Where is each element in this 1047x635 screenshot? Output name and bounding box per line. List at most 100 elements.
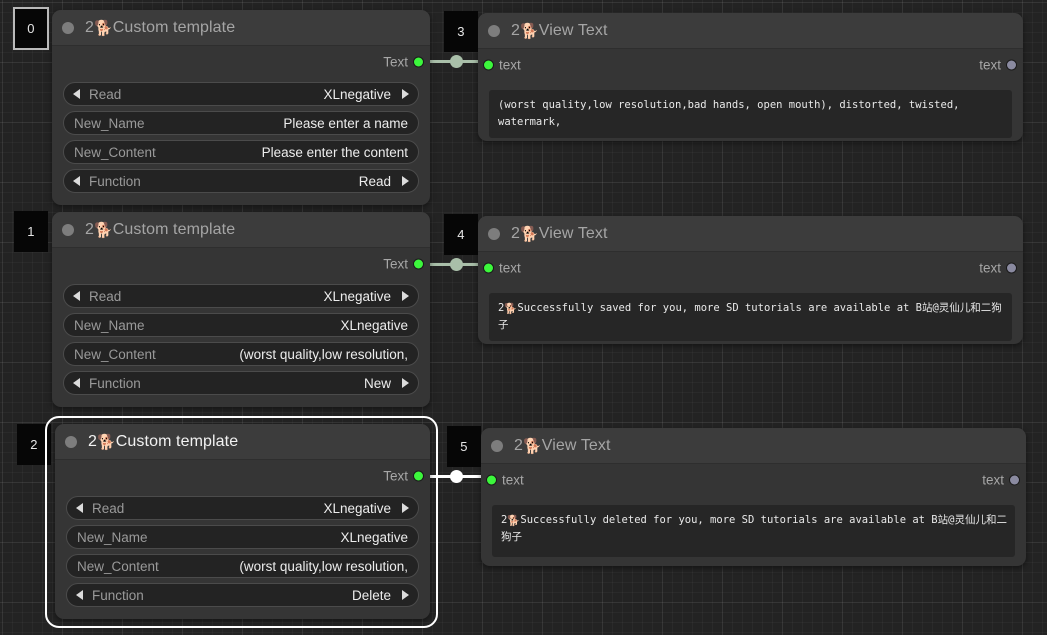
node-custom-template-new[interactable]: 2🐕Custom template Text Read XLnegative N… — [52, 212, 430, 407]
prev-arrow-icon[interactable] — [73, 378, 80, 388]
collapse-toggle-icon[interactable] — [62, 223, 74, 236]
link-midpoint-dot-0[interactable] — [450, 55, 463, 68]
widget-label: Read — [92, 500, 125, 516]
node-header[interactable]: 2🐕View Text — [481, 428, 1026, 464]
next-arrow-icon[interactable] — [402, 89, 409, 99]
widget-value: (worst quality,low resolution, — [239, 558, 408, 574]
next-arrow-icon[interactable] — [402, 176, 409, 186]
node-body: Text Read XLnegative New_Name XLnegative… — [52, 248, 430, 405]
output-port-dot[interactable] — [414, 471, 423, 481]
input-port-dot[interactable] — [487, 475, 496, 485]
widget-read[interactable]: Read XLnegative — [63, 284, 419, 308]
node-view-text-delete-result[interactable]: 2🐕View Text text text 2🐕Successfully del… — [481, 428, 1026, 566]
output-port-dot[interactable] — [1007, 263, 1016, 273]
node-header[interactable]: 2🐕Custom template — [55, 424, 430, 460]
node-view-text-save-result[interactable]: 2🐕View Text text text 2🐕Successfully sav… — [478, 216, 1023, 344]
widget-new-name[interactable]: New_Name XLnegative — [66, 525, 419, 549]
prev-arrow-icon[interactable] — [76, 503, 83, 513]
text-display-value: Successfully saved for you, more SD tuto… — [498, 302, 1002, 332]
widget-value: Please enter a name — [283, 115, 408, 131]
input-port-dot[interactable] — [484, 263, 493, 273]
node-title: 2🐕View Text — [511, 224, 608, 243]
input-port-dot[interactable] — [484, 60, 493, 70]
dog-emoji-icon: 🐕 — [97, 433, 116, 451]
output-port-dot[interactable] — [414, 259, 423, 269]
widget-value: (worst quality,low resolution, — [239, 346, 408, 362]
collapse-toggle-icon[interactable] — [491, 439, 503, 452]
io-port-row[interactable]: text text — [478, 49, 1023, 81]
text-display-value: Successfully deleted for you, more SD tu… — [501, 514, 1007, 544]
widget-label: Function — [89, 375, 141, 391]
exec-order-badge-1: 1 — [14, 211, 48, 252]
node-header[interactable]: 2🐕Custom template — [52, 10, 430, 46]
node-graph-canvas[interactable]: 0 1 2 3 4 5 2🐕Custom template Text Read … — [0, 0, 1047, 635]
next-arrow-icon[interactable] — [402, 378, 409, 388]
output-port-row-text[interactable]: Text — [55, 460, 430, 492]
output-port-row-text[interactable]: Text — [52, 46, 430, 78]
widget-new-content[interactable]: New_Content (worst quality,low resolutio… — [63, 342, 419, 366]
output-port-label: text — [982, 472, 1004, 488]
text-display[interactable]: (worst quality,low resolution,bad hands,… — [489, 90, 1012, 138]
widget-value: XLnegative — [323, 288, 391, 304]
dog-emoji-icon: 🐕 — [94, 19, 113, 37]
collapse-toggle-icon[interactable] — [488, 24, 500, 37]
prev-arrow-icon[interactable] — [73, 291, 80, 301]
collapse-toggle-icon[interactable] — [62, 21, 74, 34]
link-midpoint-dot-2[interactable] — [450, 470, 463, 483]
widget-label: New_Name — [74, 317, 145, 333]
widget-label: New_Content — [77, 558, 159, 574]
widget-label: New_Name — [77, 529, 148, 545]
widget-new-content[interactable]: New_Content (worst quality,low resolutio… — [66, 554, 419, 578]
widget-new-name[interactable]: New_Name XLnegative — [63, 313, 419, 337]
prev-arrow-icon[interactable] — [73, 176, 80, 186]
output-port-dot[interactable] — [1007, 60, 1016, 70]
widget-label: New_Name — [74, 115, 145, 131]
collapse-toggle-icon[interactable] — [65, 435, 77, 448]
widget-new-content[interactable]: New_Content Please enter the content — [63, 140, 419, 164]
io-port-row[interactable]: text text — [481, 464, 1026, 496]
dog-emoji-icon: 🐕 — [504, 303, 518, 315]
dog-emoji-icon: 🐕 — [94, 221, 113, 239]
node-body: text text 2🐕Successfully deleted for you… — [481, 464, 1026, 557]
text-display[interactable]: 2🐕Successfully deleted for you, more SD … — [492, 505, 1015, 557]
dog-emoji-icon: 🐕 — [520, 22, 539, 40]
link-midpoint-dot-1[interactable] — [450, 258, 463, 271]
next-arrow-icon[interactable] — [402, 291, 409, 301]
next-arrow-icon[interactable] — [402, 503, 409, 513]
prev-arrow-icon[interactable] — [76, 590, 83, 600]
node-body: Text Read XLnegative New_Name XLnegative… — [55, 460, 430, 617]
output-port-label: Text — [383, 468, 408, 484]
widget-new-name[interactable]: New_Name Please enter a name — [63, 111, 419, 135]
widget-read[interactable]: Read XLnegative — [63, 82, 419, 106]
output-port-row-text[interactable]: Text — [52, 248, 430, 280]
node-header[interactable]: 2🐕Custom template — [52, 212, 430, 248]
widget-value: XLnegative — [323, 86, 391, 102]
output-port-label: Text — [383, 54, 408, 70]
exec-order-badge-3: 3 — [444, 11, 478, 52]
output-port-label: text — [979, 260, 1001, 276]
node-custom-template-read[interactable]: 2🐕Custom template Text Read XLnegative N… — [52, 10, 430, 205]
output-port-dot[interactable] — [414, 57, 423, 67]
widget-function[interactable]: Function Delete — [66, 583, 419, 607]
widget-label: Read — [89, 288, 122, 304]
next-arrow-icon[interactable] — [402, 590, 409, 600]
text-display[interactable]: 2🐕Successfully saved for you, more SD tu… — [489, 293, 1012, 341]
input-port-label: text — [502, 472, 524, 488]
widget-label: Function — [89, 173, 141, 189]
output-port-dot[interactable] — [1010, 475, 1019, 485]
widget-value: New — [363, 375, 391, 391]
widget-value: XLnegative — [323, 500, 391, 516]
widget-function[interactable]: Function New — [63, 371, 419, 395]
node-view-text-read-result[interactable]: 2🐕View Text text text (worst quality,low… — [478, 13, 1023, 141]
io-port-row[interactable]: text text — [478, 252, 1023, 284]
exec-order-badge-5: 5 — [447, 426, 481, 467]
collapse-toggle-icon[interactable] — [488, 227, 500, 240]
widget-read[interactable]: Read XLnegative — [66, 496, 419, 520]
node-title: 2🐕Custom template — [88, 432, 239, 451]
widget-function[interactable]: Function Read — [63, 169, 419, 193]
widget-label: Read — [89, 86, 122, 102]
node-header[interactable]: 2🐕View Text — [478, 216, 1023, 252]
prev-arrow-icon[interactable] — [73, 89, 80, 99]
node-header[interactable]: 2🐕View Text — [478, 13, 1023, 49]
node-custom-template-delete[interactable]: 2🐕Custom template Text Read XLnegative N… — [55, 424, 430, 619]
